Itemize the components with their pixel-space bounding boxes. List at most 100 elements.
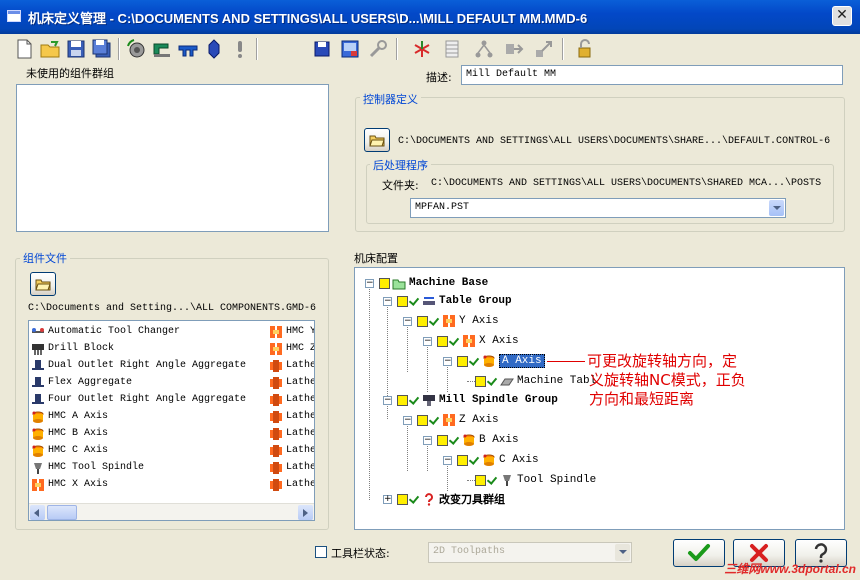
tree-node[interactable]: Table Group <box>397 292 512 310</box>
properties-icon[interactable] <box>366 36 390 62</box>
tree-node[interactable]: Mill Spindle Group <box>397 391 558 409</box>
component-list-item[interactable]: Flex Aggregate <box>31 374 132 391</box>
tree-node-checkbox[interactable] <box>475 474 486 486</box>
save-as-icon[interactable] <box>90 36 114 62</box>
component-list-item[interactable]: Dual Outlet Right Angle Aggregate <box>31 357 246 374</box>
component-list-item[interactable]: Lathe <box>269 425 314 442</box>
component-list-item[interactable]: HMC Y <box>269 323 314 340</box>
tree-node-checkbox[interactable] <box>397 394 408 406</box>
machine-view-icon[interactable] <box>338 36 362 62</box>
new-file-icon[interactable] <box>12 36 36 62</box>
component-list-item[interactable]: HMC A Axis <box>31 408 108 425</box>
tree-node[interactable]: B Axis <box>437 431 519 449</box>
tree-node-checkbox[interactable] <box>437 335 448 347</box>
window-title: 机床定义管理 - C:\DOCUMENTS AND SETTINGS\ALL U… <box>28 11 588 26</box>
hierarchy-icon[interactable] <box>472 36 496 62</box>
tree-node-checkbox[interactable] <box>379 277 390 289</box>
spindle-component-icon[interactable] <box>202 36 226 62</box>
save-machine-icon[interactable] <box>310 36 334 62</box>
rotate-component-icon[interactable] <box>124 36 148 62</box>
toolbar-state-checkbox[interactable] <box>315 546 327 558</box>
post-folder-path: C:\DOCUMENTS AND SETTINGS\ALL USERS\DOCU… <box>431 178 822 189</box>
component-file-browse-button[interactable] <box>30 272 56 296</box>
description-input[interactable]: Mill Default MM <box>461 65 843 85</box>
lathe-icon <box>269 410 283 424</box>
toolbar-separator <box>256 38 258 60</box>
tree-node-checkbox[interactable] <box>457 454 468 466</box>
open-folder-icon[interactable] <box>38 36 62 62</box>
ok-button[interactable] <box>673 539 725 567</box>
component-list-item[interactable]: HMC C Axis <box>31 442 108 459</box>
component-list-item[interactable]: Lathe <box>269 357 314 374</box>
unused-groups-list[interactable] <box>16 84 329 232</box>
controller-label: 控制器定义 <box>360 91 421 107</box>
lathe-icon <box>269 427 283 441</box>
tree-node-checkbox[interactable] <box>437 434 448 446</box>
tree-node[interactable]: 改变刀具群组 <box>397 490 505 508</box>
tree-expander[interactable]: − <box>423 337 432 346</box>
tree-expander[interactable]: − <box>403 317 412 326</box>
lock-icon[interactable] <box>572 36 596 62</box>
tree-node-checkbox[interactable] <box>417 315 428 327</box>
tree-node-checkbox[interactable] <box>475 375 486 387</box>
scroll-right-button[interactable] <box>298 505 313 520</box>
tree-node[interactable]: Tool Spindle <box>475 471 596 489</box>
tree-node[interactable]: A Axis <box>457 352 545 370</box>
linear-axis-icon <box>269 325 283 339</box>
close-button[interactable]: ✕ <box>832 6 852 26</box>
component-list-item[interactable]: HMC X Axis <box>31 476 108 493</box>
tree-node-checkbox[interactable] <box>397 295 408 307</box>
component-list-item[interactable]: Lathe <box>269 459 314 476</box>
tree-node-label: B Axis <box>479 434 519 446</box>
controller-browse-button[interactable] <box>364 128 390 152</box>
tree-expander[interactable]: − <box>403 416 412 425</box>
toolbar-state-select[interactable]: 2D Toolpaths <box>428 542 632 563</box>
table-icon[interactable] <box>440 36 464 62</box>
tree-node[interactable]: Machine Base <box>379 274 488 292</box>
tree-node[interactable]: Z Axis <box>417 411 499 429</box>
tree-node-checkbox[interactable] <box>457 355 468 367</box>
tree-connector <box>427 340 428 392</box>
component-list-item[interactable]: Lathe <box>269 476 314 493</box>
tree-node[interactable]: Machine Tabl <box>475 372 596 390</box>
title-bar[interactable]: 机床定义管理 - C:\DOCUMENTS AND SETTINGS\ALL U… <box>0 0 860 34</box>
component-list-item[interactable]: Lathe <box>269 391 314 408</box>
component-list-item[interactable]: Lathe <box>269 408 314 425</box>
move-icon[interactable] <box>502 36 526 62</box>
component-list-item[interactable]: HMC B Axis <box>31 425 108 442</box>
tree-expander[interactable]: + <box>383 495 392 504</box>
bridge-component-icon[interactable] <box>176 36 200 62</box>
tree-node[interactable]: X Axis <box>437 332 519 350</box>
component-list-item[interactable]: HMC Z <box>269 340 315 357</box>
horizontal-scrollbar[interactable] <box>29 503 314 520</box>
tree-expander[interactable]: − <box>383 396 392 405</box>
component-list-item[interactable]: Lathe <box>269 442 314 459</box>
save-icon[interactable] <box>64 36 88 62</box>
tree-node[interactable]: C Axis <box>457 451 539 469</box>
tree-node-checkbox[interactable] <box>397 493 408 505</box>
component-list-item[interactable]: Four Outlet Right Angle Aggregate <box>31 391 246 408</box>
link-icon[interactable] <box>532 36 556 62</box>
component-list-item[interactable]: Lathe <box>269 374 314 391</box>
tree-expander[interactable]: − <box>423 436 432 445</box>
tree-expander[interactable]: − <box>443 357 452 366</box>
component-list-item[interactable]: Drill Block <box>31 340 114 357</box>
scroll-left-button[interactable] <box>30 505 45 520</box>
chevron-down-icon[interactable] <box>769 200 784 216</box>
warning-icon[interactable] <box>228 36 252 62</box>
tree-node-checkbox[interactable] <box>417 414 428 426</box>
component-list-item[interactable]: HMC Tool Spindle <box>31 459 144 476</box>
tree-expander[interactable]: − <box>365 279 374 288</box>
axis-icon[interactable] <box>410 36 434 62</box>
component-list-item-label: Automatic Tool Changer <box>48 326 181 337</box>
scroll-thumb[interactable] <box>47 505 77 520</box>
component-list-item-label: HMC Z <box>286 343 315 354</box>
linear-component-icon[interactable] <box>150 36 174 62</box>
tree-expander[interactable]: − <box>383 297 392 306</box>
linear-axis-icon <box>31 478 45 492</box>
component-list-item[interactable]: Automatic Tool Changer <box>31 323 180 340</box>
post-select[interactable]: MPFAN.PST <box>410 198 786 218</box>
component-list[interactable]: Automatic Tool Changer Drill Block Dual Ou… <box>28 320 315 521</box>
tree-expander[interactable]: − <box>443 456 452 465</box>
tree-node[interactable]: Y Axis <box>417 312 499 330</box>
